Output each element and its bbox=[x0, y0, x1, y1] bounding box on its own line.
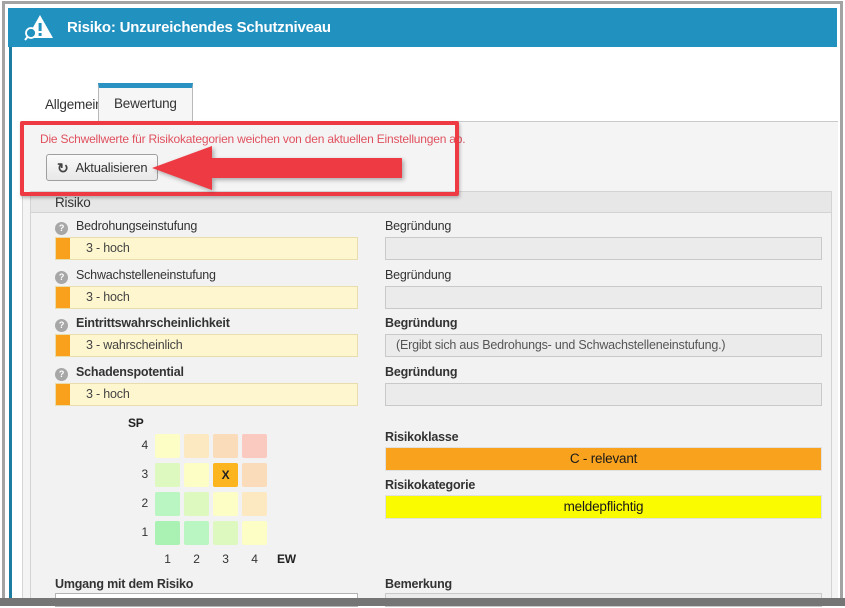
matrix-col-label: 4 bbox=[242, 552, 267, 566]
matrix-row-label: 1 bbox=[130, 525, 148, 539]
window-frame-top bbox=[2, 1, 843, 4]
rating-color-swatch bbox=[56, 335, 70, 356]
matrix-col-label: 1 bbox=[155, 552, 180, 566]
matrix-row-label: 2 bbox=[130, 496, 148, 510]
rating-value: 3 - hoch bbox=[86, 238, 130, 259]
threshold-warning-text: Die Schwellwerte für Risikokategorien we… bbox=[40, 132, 465, 146]
tab-bewertung[interactable]: Bewertung bbox=[98, 83, 193, 121]
rating-color-swatch bbox=[56, 287, 70, 308]
help-icon[interactable]: ? bbox=[55, 368, 68, 381]
matrix-cell[interactable] bbox=[184, 492, 209, 516]
reason-label: Begründung bbox=[385, 316, 457, 330]
reason-input-bedrohung[interactable] bbox=[385, 237, 822, 260]
matrix-col-label: 3 bbox=[213, 552, 238, 566]
risk-matrix-grid: X bbox=[155, 434, 270, 546]
matrix-cell[interactable] bbox=[155, 463, 180, 487]
field-label-eintrittswahrscheinlichkeit: Eintrittswahrscheinlichkeit bbox=[76, 316, 230, 330]
matrix-cell[interactable] bbox=[184, 463, 209, 487]
matrix-cell[interactable] bbox=[242, 521, 267, 545]
reason-label: Begründung bbox=[385, 365, 457, 379]
risk-dialog-window: Risiko: Unzureichendes Schutzniveau Allg… bbox=[0, 0, 845, 608]
risk-matrix: SP 4 3 2 1 X 1 2 3 4 EW bbox=[120, 412, 320, 572]
matrix-cell[interactable] bbox=[242, 434, 267, 458]
matrix-cell[interactable] bbox=[242, 463, 267, 487]
matrix-cell[interactable] bbox=[242, 492, 267, 516]
window-frame-left bbox=[2, 1, 5, 606]
matrix-y-axis-label: SP bbox=[128, 416, 144, 430]
field-label-bedrohungseinstufung: Bedrohungseinstufung bbox=[76, 219, 197, 233]
risk-class-bar: C - relevant bbox=[385, 447, 822, 471]
matrix-col-label: 2 bbox=[184, 552, 209, 566]
help-icon[interactable]: ? bbox=[55, 271, 68, 284]
reason-input-schadenspotential[interactable] bbox=[385, 383, 822, 406]
rating-value: 3 - wahrscheinlich bbox=[86, 335, 182, 356]
matrix-selected-marker: X bbox=[213, 463, 238, 487]
window-bottom-edge bbox=[0, 598, 845, 606]
schadenspotential-select[interactable]: 3 - hoch bbox=[55, 383, 358, 406]
rating-value: 3 - hoch bbox=[86, 384, 130, 405]
matrix-cell[interactable] bbox=[155, 521, 180, 545]
risk-category-bar: meldepflichtig bbox=[385, 495, 822, 519]
aktualisieren-button[interactable]: ↻ Aktualisieren bbox=[46, 154, 158, 181]
risiko-section-header: Risiko bbox=[30, 191, 832, 213]
rating-color-swatch bbox=[56, 384, 70, 405]
eintrittswahrscheinlichkeit-select[interactable]: 3 - wahrscheinlich bbox=[55, 334, 358, 357]
risk-warning-icon bbox=[24, 14, 54, 42]
treatment-label: Umgang mit dem Risiko bbox=[55, 577, 193, 591]
reason-input-schwachstelle[interactable] bbox=[385, 286, 822, 309]
help-icon[interactable]: ? bbox=[55, 319, 68, 332]
help-icon[interactable]: ? bbox=[55, 222, 68, 235]
page-title: Risiko: Unzureichendes Schutzniveau bbox=[67, 19, 331, 36]
matrix-cell[interactable] bbox=[213, 492, 238, 516]
matrix-row-label: 3 bbox=[130, 467, 148, 481]
remark-label: Bemerkung bbox=[385, 577, 452, 591]
risk-class-label: Risikoklasse bbox=[385, 430, 458, 444]
reason-label: Begründung bbox=[385, 268, 451, 282]
rating-color-swatch bbox=[56, 238, 70, 259]
refresh-icon: ↻ bbox=[57, 161, 69, 175]
schwachstelleneinstufung-select[interactable]: 3 - hoch bbox=[55, 286, 358, 309]
matrix-row-label: 4 bbox=[130, 438, 148, 452]
aktualisieren-button-label: Aktualisieren bbox=[76, 160, 148, 175]
reason-label: Begründung bbox=[385, 219, 451, 233]
dialog-titlebar: Risiko: Unzureichendes Schutzniveau bbox=[8, 8, 837, 47]
matrix-cell[interactable] bbox=[155, 434, 180, 458]
bedrohungseinstufung-select[interactable]: 3 - hoch bbox=[55, 237, 358, 260]
window-frame-right bbox=[840, 1, 843, 606]
matrix-cell[interactable] bbox=[184, 521, 209, 545]
matrix-cell[interactable] bbox=[184, 434, 209, 458]
field-label-schwachstelleneinstufung: Schwachstelleneinstufung bbox=[76, 268, 216, 282]
field-label-schadenspotential: Schadenspotential bbox=[76, 365, 184, 379]
matrix-cell[interactable] bbox=[155, 492, 180, 516]
panel-accent-border bbox=[9, 47, 12, 598]
rating-value: 3 - hoch bbox=[86, 287, 130, 308]
matrix-cell[interactable]: X bbox=[213, 463, 238, 487]
matrix-cell[interactable] bbox=[213, 434, 238, 458]
matrix-cell[interactable] bbox=[213, 521, 238, 545]
risk-category-label: Risikokategorie bbox=[385, 478, 475, 492]
reason-input-eintrittswahrscheinlichkeit[interactable]: (Ergibt sich aus Bedrohungs- und Schwach… bbox=[385, 334, 822, 357]
matrix-x-axis-label: EW bbox=[277, 552, 296, 566]
